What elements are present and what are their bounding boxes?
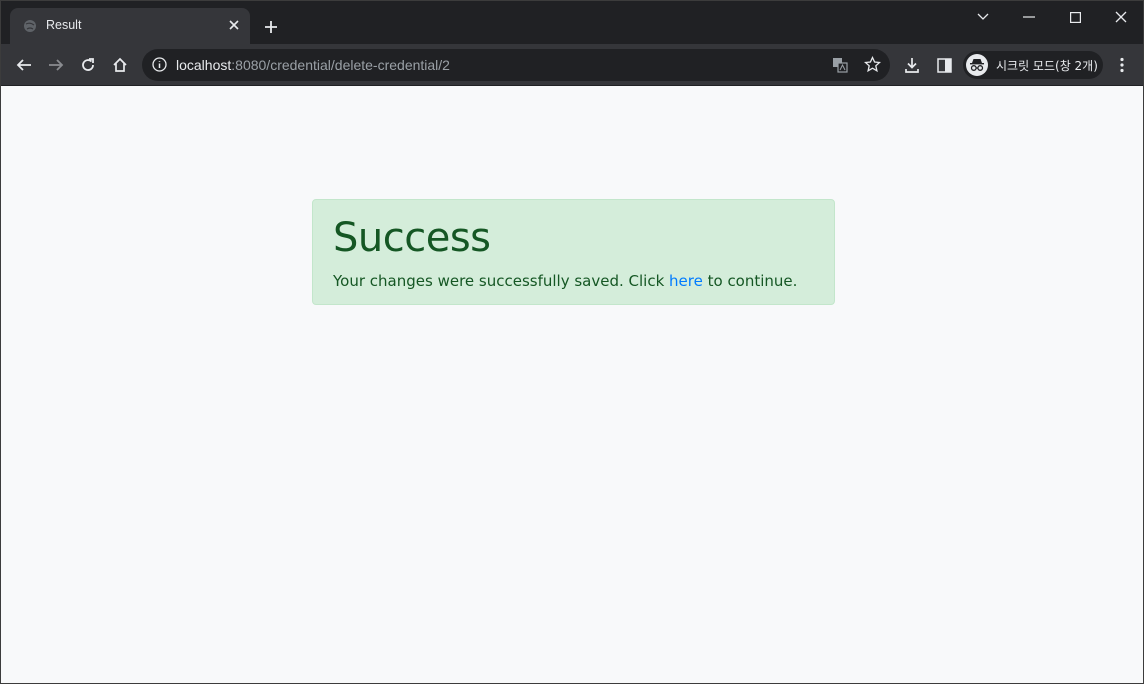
close-window-button[interactable] [1098, 1, 1143, 33]
alert-text-after: to continue. [702, 272, 798, 290]
maximize-button[interactable] [1052, 1, 1098, 33]
browser-menu-button[interactable] [1109, 52, 1135, 78]
forward-button[interactable] [43, 52, 69, 78]
alert-message: Your changes were successfully saved. Cl… [333, 272, 797, 290]
tab-search-button[interactable] [960, 1, 1006, 33]
success-alert: Success Your changes were successfully s… [312, 199, 835, 305]
globe-icon [23, 19, 37, 33]
alert-text-before: Your changes were successfully saved. Cl… [333, 272, 670, 290]
tab-result[interactable]: Result [10, 8, 250, 44]
url-host: localhost [176, 57, 232, 73]
side-panel-button[interactable] [931, 52, 957, 78]
url-text[interactable]: localhost:8080/credential/delete-credent… [176, 57, 450, 73]
back-button[interactable] [11, 52, 37, 78]
browser-toolbar: localhost:8080/credential/delete-credent… [1, 44, 1143, 86]
url-path: :8080/credential/delete-credential/2 [231, 57, 450, 73]
alert-heading: Success [333, 215, 491, 261]
profile-label: 시크릿 모드(창 2개) [996, 59, 1098, 73]
close-tab-icon[interactable] [226, 17, 242, 33]
continue-link[interactable]: here [669, 272, 703, 290]
reload-button[interactable] [75, 52, 101, 78]
info-icon[interactable] [152, 57, 167, 77]
incognito-icon [966, 54, 988, 76]
new-tab-button[interactable] [261, 17, 281, 37]
address-bar[interactable]: localhost:8080/credential/delete-credent… [142, 49, 890, 81]
downloads-button[interactable] [899, 52, 925, 78]
browser-window: Result localhost:8080/credential/delete-… [0, 0, 1144, 684]
bookmark-star-icon[interactable] [863, 55, 882, 78]
minimize-button[interactable] [1006, 1, 1052, 33]
home-button[interactable] [107, 52, 133, 78]
incognito-profile-button[interactable]: 시크릿 모드(창 2개) [963, 51, 1103, 79]
page-content: Success Your changes were successfully s… [1, 87, 1143, 683]
tab-strip: Result [1, 1, 1143, 44]
tab-title: Result [46, 18, 82, 32]
translate-icon[interactable] [832, 57, 848, 78]
